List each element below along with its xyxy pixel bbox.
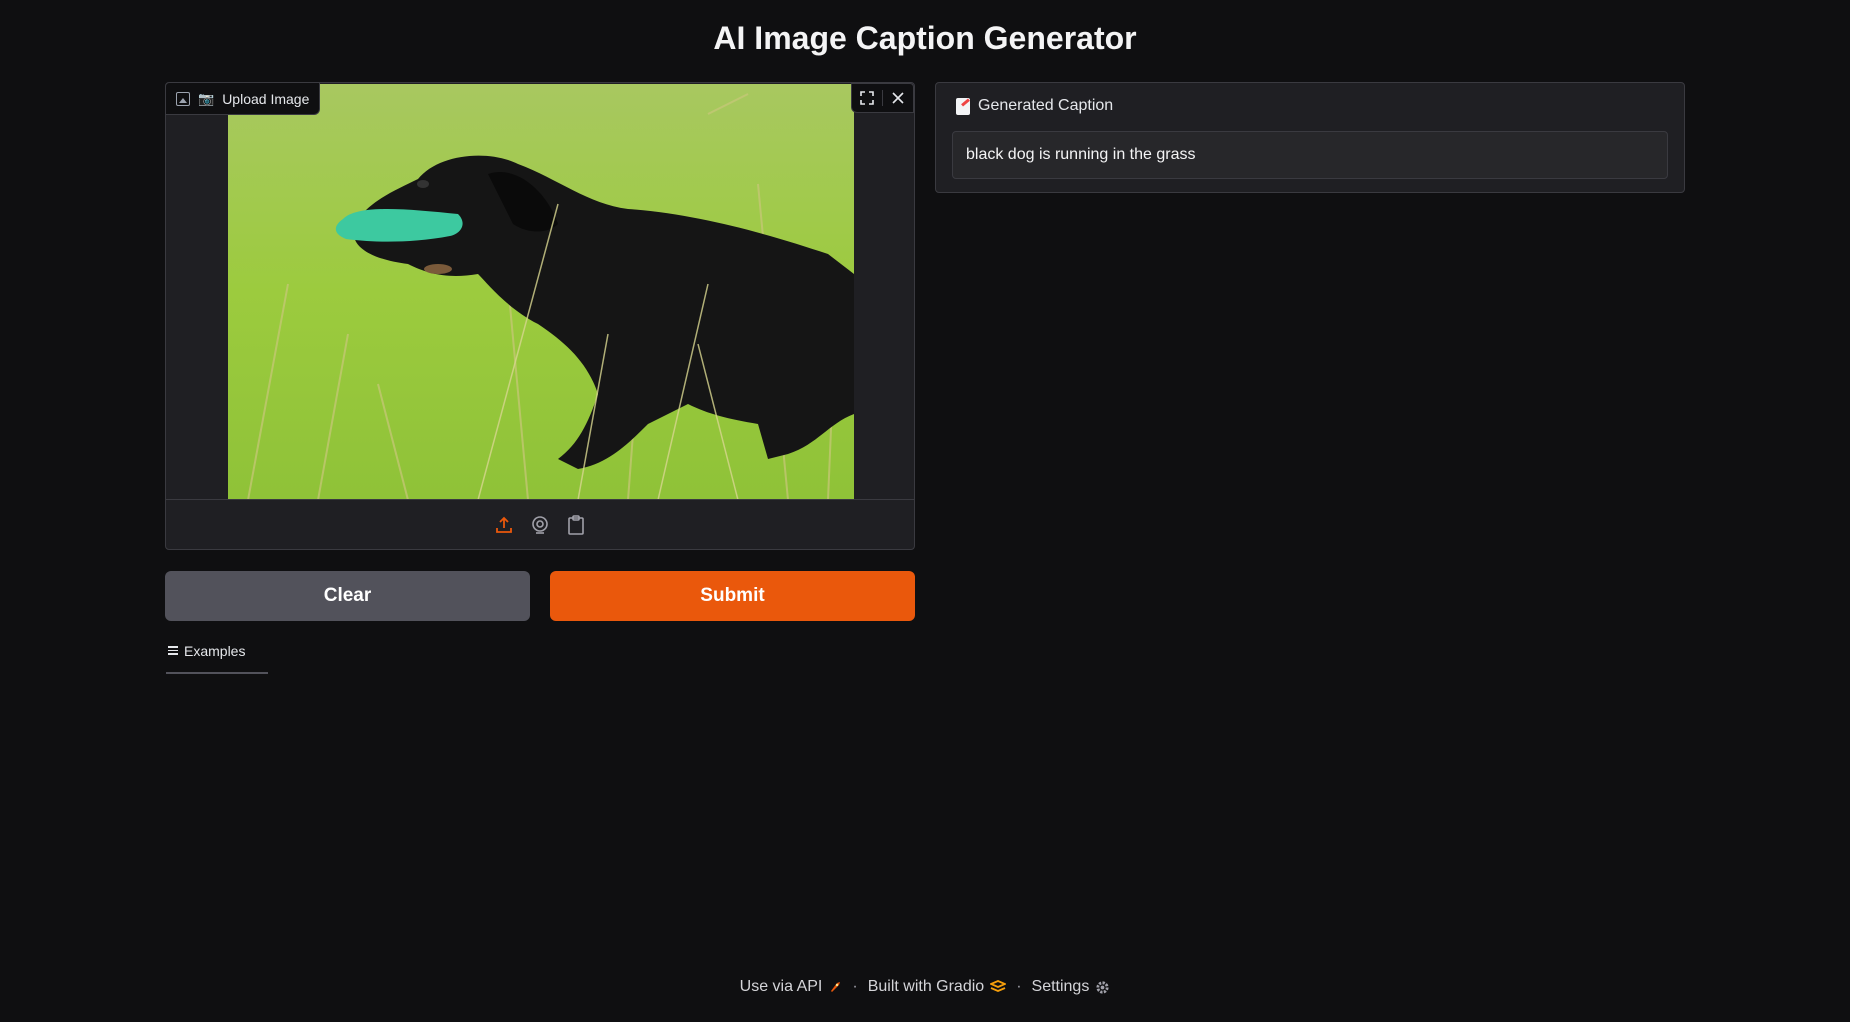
camera-emoji-icon: 📷 — [198, 90, 215, 106]
use-via-api-text: Use via API — [739, 978, 823, 995]
upload-icon — [496, 516, 512, 533]
image-source-bar — [166, 499, 914, 549]
clear-button[interactable]: Clear — [165, 571, 530, 621]
list-icon — [168, 646, 178, 655]
footer-separator: · — [1016, 978, 1022, 995]
close-icon — [892, 92, 904, 104]
image-icon — [176, 91, 190, 106]
caption-textbox[interactable]: black dog is running in the grass — [952, 131, 1668, 179]
clipboard-source-button[interactable] — [565, 514, 587, 536]
clipboard-icon — [568, 514, 584, 535]
use-via-api-link[interactable]: Use via API — [740, 978, 843, 996]
built-with-gradio-link[interactable]: Built with Gradio — [868, 978, 1007, 996]
clear-image-button[interactable] — [883, 84, 913, 112]
footer-separator: · — [852, 978, 858, 995]
image-toolbar — [851, 83, 914, 113]
webcam-icon — [532, 515, 548, 534]
webcam-source-button[interactable] — [529, 514, 551, 536]
examples-label: Examples — [184, 643, 246, 659]
page-title: AI Image Caption Generator — [713, 20, 1137, 56]
footer: Use via API · Built with Gradio · Settin… — [0, 978, 1850, 996]
fullscreen-button[interactable] — [852, 84, 882, 112]
upload-source-button[interactable] — [493, 514, 515, 536]
fullscreen-icon — [860, 91, 874, 105]
gradio-logo-icon — [990, 980, 1007, 992]
caption-output-panel: Generated Caption black dog is running i… — [935, 82, 1685, 193]
built-with-gradio-text: Built with Gradio — [867, 978, 985, 995]
settings-text: Settings — [1031, 978, 1090, 995]
rocket-icon — [831, 982, 841, 992]
examples-tab[interactable]: Examples — [166, 643, 268, 674]
caption-label: Generated Caption — [956, 97, 1113, 115]
image-input-label-text: Upload Image — [222, 90, 310, 107]
uploaded-image — [228, 84, 854, 500]
memo-icon — [956, 97, 970, 115]
image-input-label: 📷 Upload Image — [166, 83, 321, 115]
caption-label-text: Generated Caption — [978, 97, 1114, 114]
gear-icon — [1096, 980, 1109, 994]
image-upload-panel[interactable]: 📷 Upload Image — [165, 82, 915, 550]
settings-link[interactable]: Settings — [1032, 978, 1111, 996]
dog-photo — [228, 84, 854, 500]
submit-button[interactable]: Submit — [550, 571, 915, 621]
